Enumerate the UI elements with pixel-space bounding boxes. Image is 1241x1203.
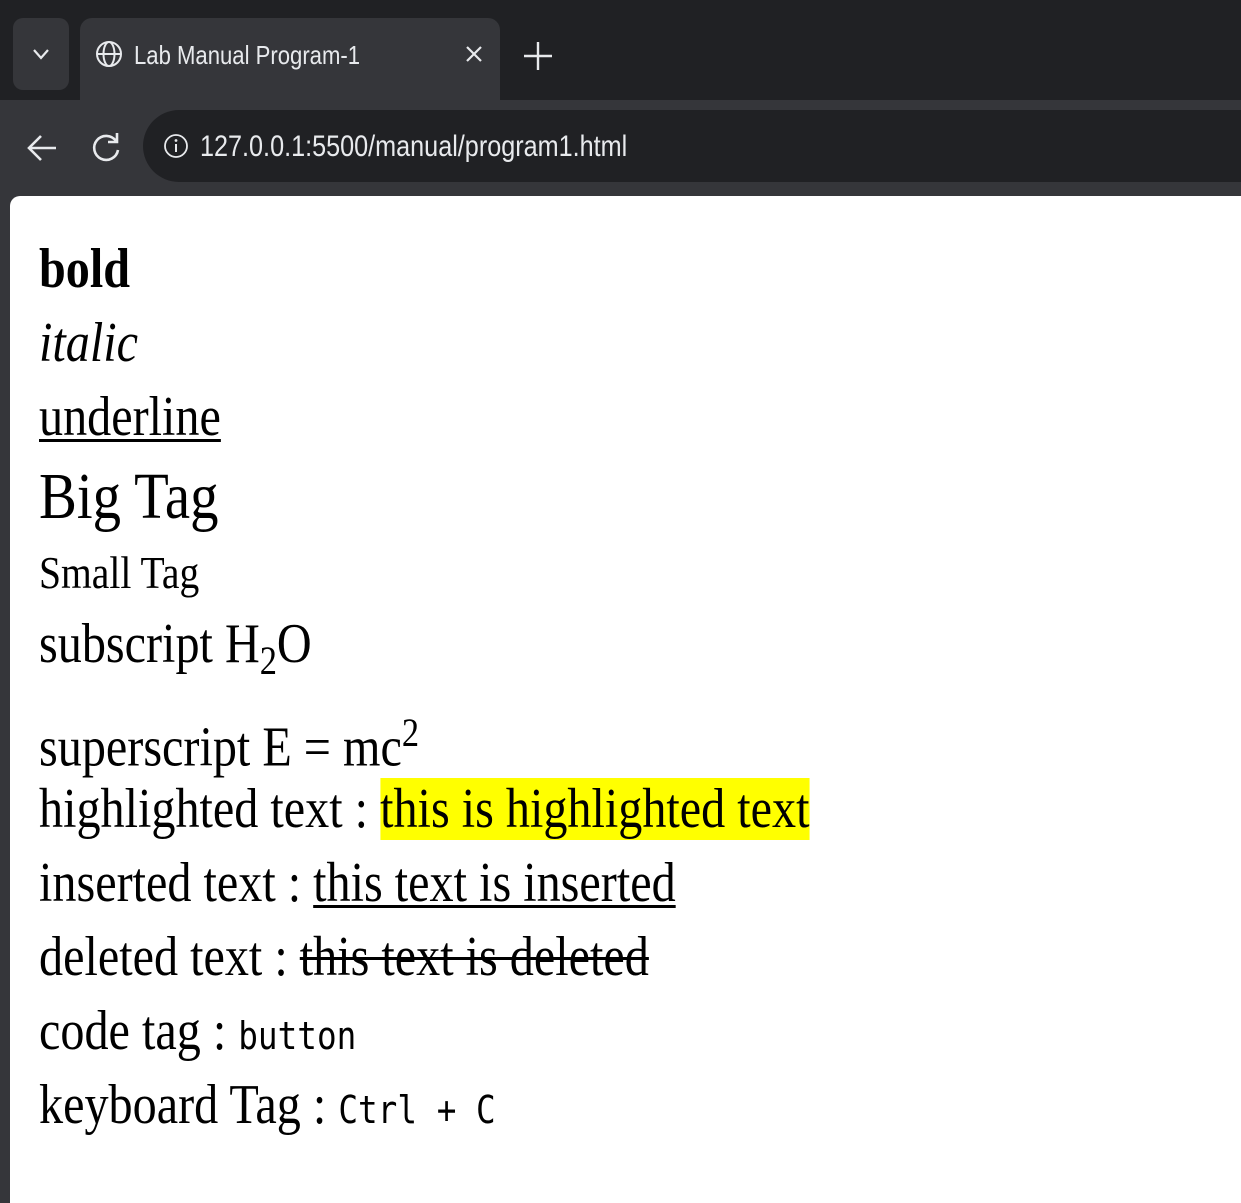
keyboard-label: keyboard Tag :: [39, 1074, 339, 1136]
tab-title: Lab Manual Program-1: [134, 40, 361, 70]
code-line: code tag : button: [39, 994, 810, 1068]
viewport: bold italic underline Big Tag Small Tag …: [0, 192, 1241, 1203]
info-icon[interactable]: [163, 133, 189, 159]
browser-toolbar: 127.0.0.1:5500/manual/program1.html: [0, 100, 1241, 192]
italic-line: italic: [39, 306, 810, 380]
highlighted-value: this is highlighted text: [380, 778, 810, 840]
inserted-line: inserted text : this text is inserted: [39, 846, 810, 920]
inserted-label: inserted text :: [39, 852, 314, 914]
subscript-line: subscript H2O: [39, 606, 810, 690]
subscript-number: 2: [259, 638, 277, 684]
keyboard-line: keyboard Tag : Ctrl + C: [39, 1068, 810, 1142]
arrow-left-icon[interactable]: [22, 128, 62, 168]
big-text: Big Tag: [39, 460, 219, 533]
superscript-number: 2: [401, 710, 420, 755]
small-text: Small Tag: [39, 547, 200, 598]
superscript-label: superscript E = mc: [39, 716, 402, 779]
inserted-value: this text is inserted: [313, 852, 676, 914]
reload-icon[interactable]: [86, 128, 126, 168]
subscript-label: subscript H: [39, 613, 260, 675]
small-line: Small Tag: [39, 540, 810, 606]
italic-text: italic: [39, 312, 138, 374]
code-value: button: [238, 1014, 357, 1058]
underline-line: underline: [39, 380, 810, 454]
chevron-down-icon: [33, 49, 49, 60]
tab-active[interactable]: Lab Manual Program-1: [80, 18, 500, 100]
underline-text: underline: [39, 386, 221, 448]
deleted-value: this text is deleted: [299, 926, 649, 988]
code-label: code tag :: [39, 1000, 239, 1062]
tab-strip: Lab Manual Program-1: [0, 0, 1241, 100]
deleted-label: deleted text :: [39, 926, 300, 988]
deleted-line: deleted text : this text is deleted: [39, 920, 810, 994]
close-icon[interactable]: [460, 40, 488, 68]
subscript-tail: O: [276, 613, 312, 675]
page-content: bold italic underline Big Tag Small Tag …: [39, 232, 810, 1142]
page-body: bold italic underline Big Tag Small Tag …: [10, 196, 1241, 1203]
globe-icon: [96, 41, 122, 67]
tab-search-button[interactable]: [13, 18, 69, 90]
bold-text: bold: [39, 238, 131, 300]
big-line: Big Tag: [39, 454, 810, 540]
keyboard-value: Ctrl + C: [338, 1088, 496, 1132]
plus-icon[interactable]: [520, 38, 556, 74]
url-text: 127.0.0.1:5500/manual/program1.html: [200, 130, 628, 163]
highlighted-line: highlighted text : this is highlighted t…: [39, 772, 810, 846]
highlighted-label: highlighted text :: [39, 778, 381, 840]
address-bar[interactable]: 127.0.0.1:5500/manual/program1.html: [143, 110, 1241, 182]
bold-line: bold: [39, 232, 810, 306]
superscript-line: superscript E = mc2: [39, 690, 810, 779]
